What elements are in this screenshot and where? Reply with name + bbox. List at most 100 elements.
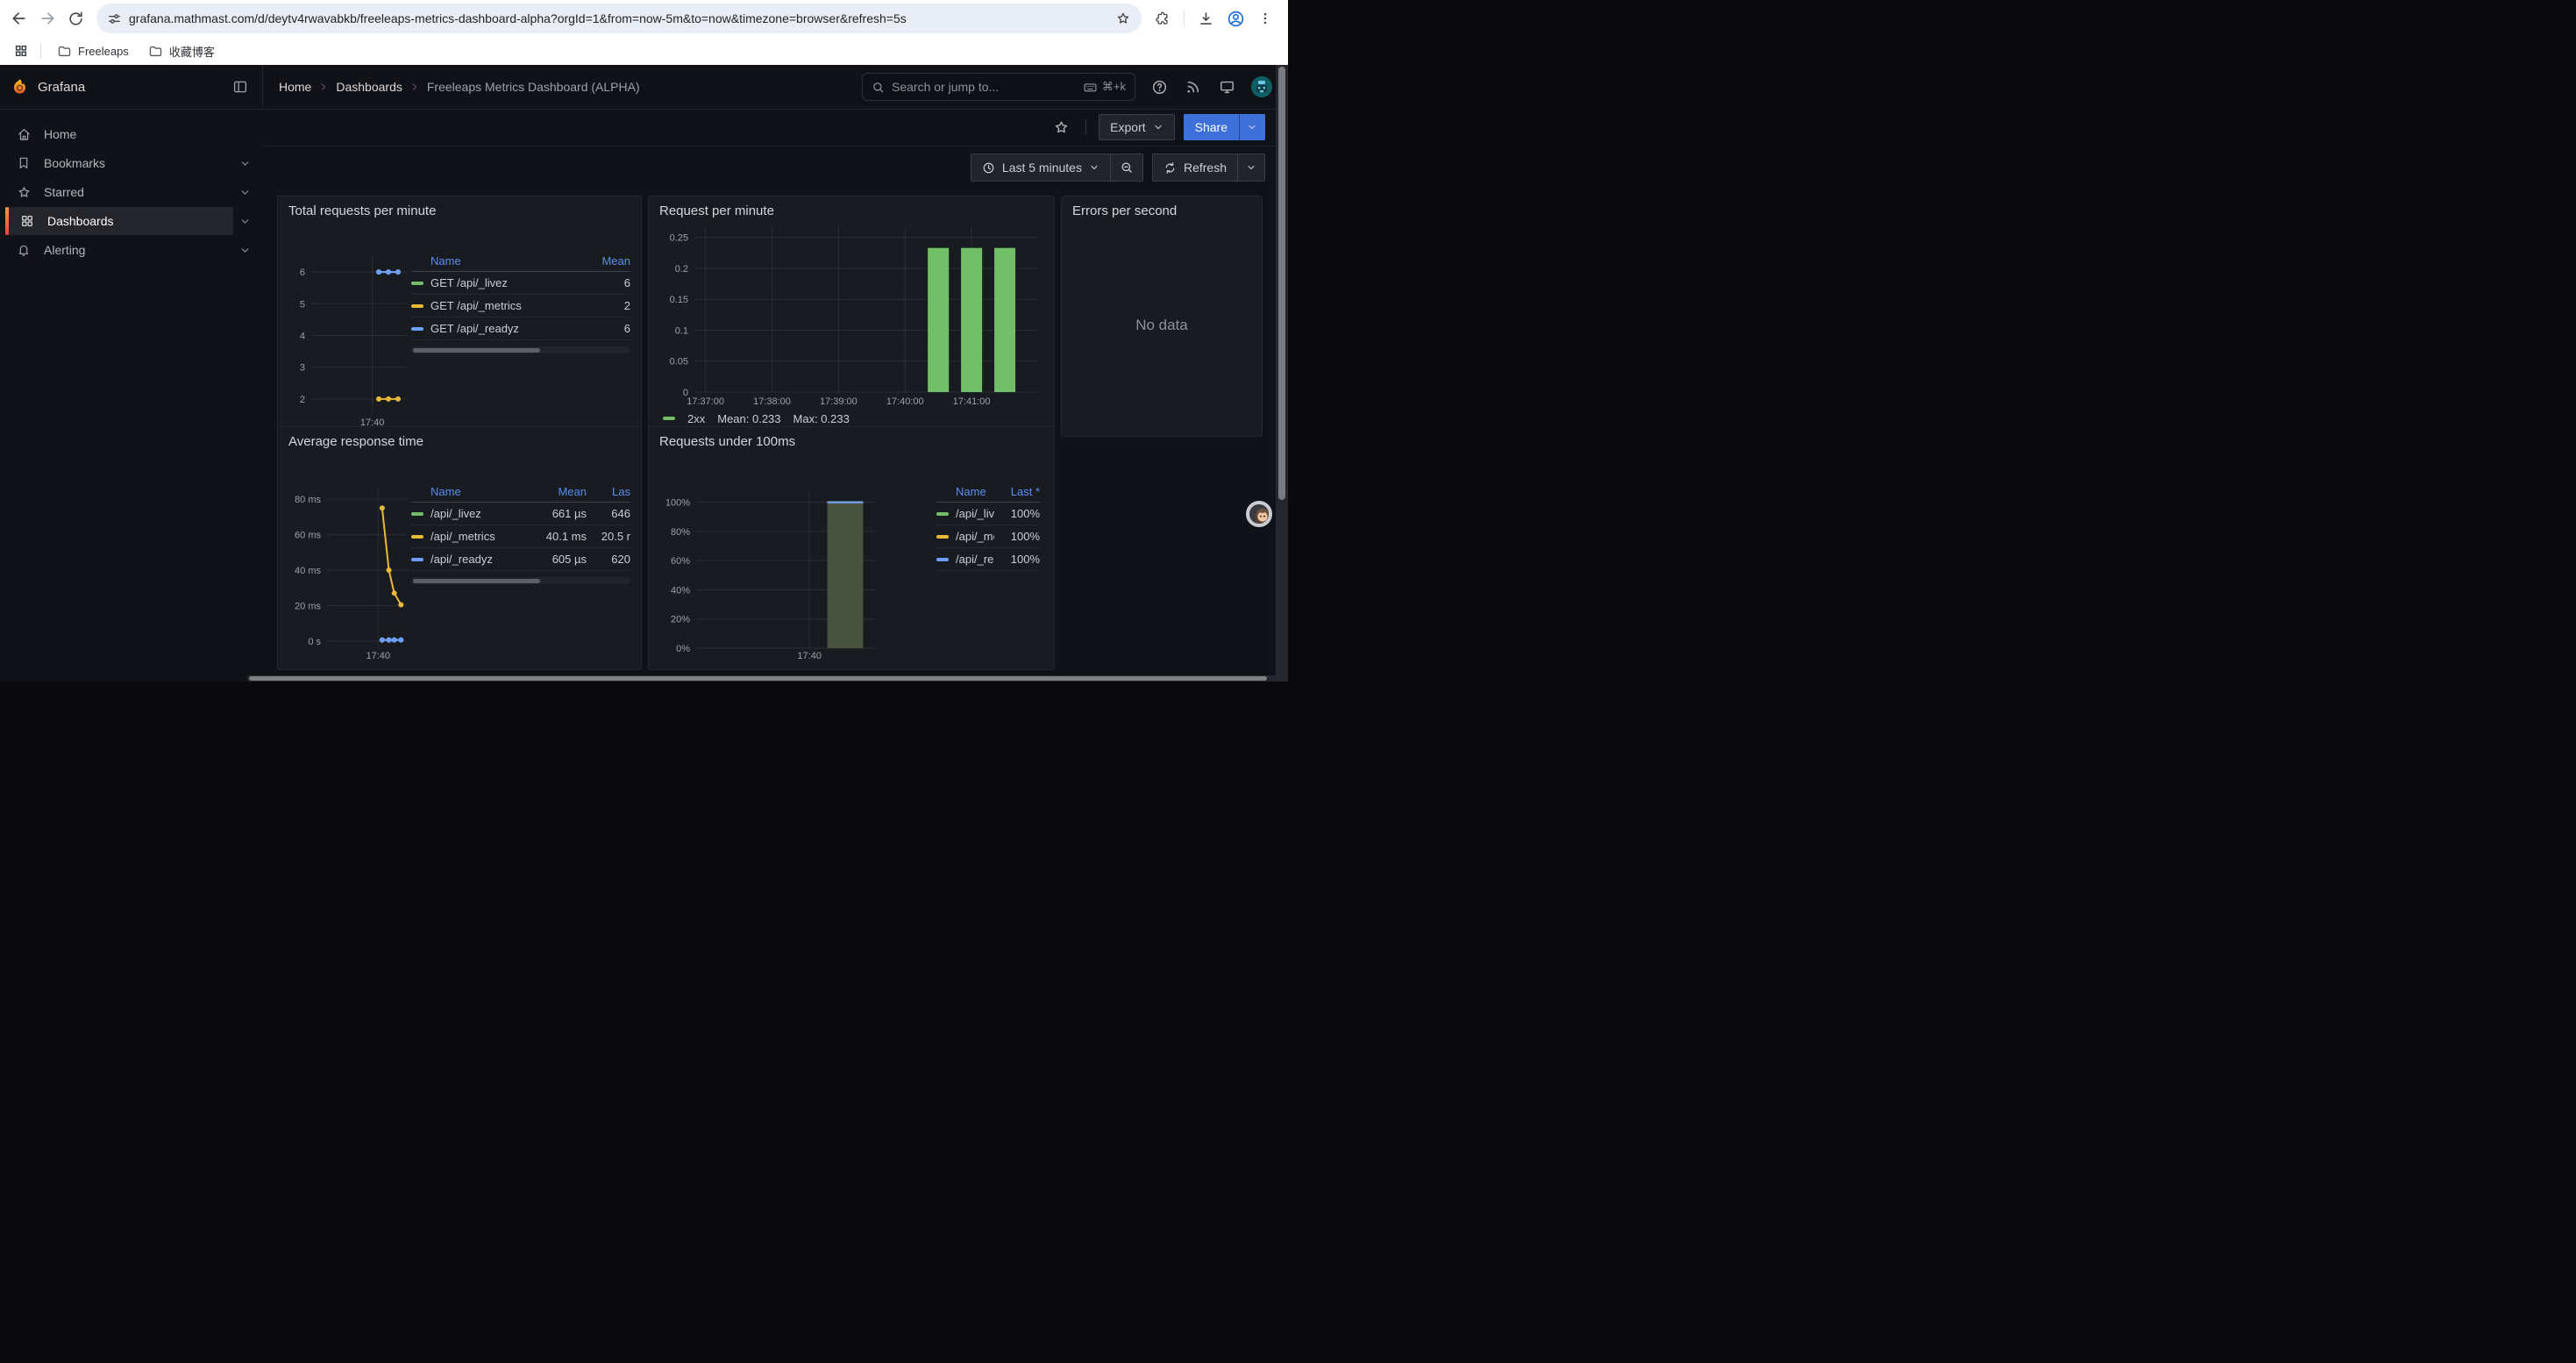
horizontal-scrollbar-thumb[interactable]	[249, 676, 1267, 681]
svg-text:17:40: 17:40	[366, 651, 391, 661]
bookmarks-bar: Freeleaps 收藏博客	[0, 37, 1288, 65]
sidebar-item-dashboards[interactable]: Dashboards	[5, 207, 233, 235]
svg-text:0.1: 0.1	[675, 325, 688, 336]
export-button[interactable]: Export	[1099, 114, 1174, 140]
sidebar-expand-alerting[interactable]	[233, 239, 256, 261]
panel-title[interactable]: Requests under 100ms	[659, 432, 1043, 452]
browser-profile-button[interactable]	[1223, 6, 1248, 31]
news-button[interactable]	[1184, 77, 1203, 96]
sidebar-expand-bookmarks[interactable]	[233, 152, 256, 175]
legend-series-name[interactable]: /api/_readyz	[431, 553, 532, 566]
legend-header-name[interactable]: Name	[956, 485, 994, 498]
share-menu-button[interactable]	[1239, 114, 1265, 140]
share-split-button: Share	[1184, 114, 1265, 140]
no-data-message: No data	[1072, 221, 1251, 429]
legend-last-value: 100%	[994, 553, 1040, 566]
request-per-minute-chart[interactable]: 17:37:0017:38:0017:39:0017:40:0017:41:00…	[659, 221, 1043, 408]
browser-menu-button[interactable]	[1253, 6, 1277, 31]
legend-mean-stat: Mean: 0.233	[717, 412, 780, 425]
reload-button[interactable]	[63, 6, 88, 31]
sidebar-row-home: Home	[5, 120, 256, 148]
legend-last-value: 20.5 r	[594, 530, 630, 543]
apps-grid-button[interactable]	[11, 40, 32, 61]
legend-header-mean[interactable]: Mean	[532, 485, 587, 498]
forward-button[interactable]	[35, 6, 60, 31]
bell-icon	[16, 243, 32, 257]
legend-header: Name Last *	[936, 483, 1040, 503]
refresh-interval-button[interactable]	[1237, 154, 1264, 181]
floating-assistant-avatar[interactable]	[1246, 501, 1272, 527]
dashboards-grid-icon	[19, 214, 35, 228]
sidebar: Home Bookmarks St	[0, 109, 263, 682]
series-color-pill	[411, 327, 423, 331]
sidebar-expand-starred[interactable]	[233, 181, 256, 203]
search-input[interactable]: Search or jump to... ⌘+k	[862, 73, 1135, 101]
panel-title[interactable]: Request per minute	[659, 202, 1043, 221]
bookmark-star-icon	[1115, 11, 1131, 26]
downloads-button[interactable]	[1193, 6, 1218, 31]
chevron-down-icon	[239, 158, 251, 169]
legend-header-name[interactable]: Name	[431, 485, 532, 498]
legend-header-last[interactable]: Las	[594, 485, 630, 498]
share-button[interactable]: Share	[1184, 114, 1239, 140]
legend-series-name[interactable]: /api/_livez	[956, 507, 994, 520]
svg-text:2: 2	[300, 395, 305, 405]
legend-series-name[interactable]: 2xx	[687, 412, 705, 425]
legend-scrollbar[interactable]	[411, 346, 630, 353]
bookmark-page-button[interactable]	[1115, 11, 1131, 26]
panel-requests-under-100ms: Requests under 100ms 17:40100%80%60%40%2…	[648, 426, 1055, 670]
average-response-time-chart[interactable]: 17:4080 ms60 ms40 ms20 ms0 s	[288, 452, 411, 662]
vertical-scrollbar-thumb[interactable]	[1278, 67, 1285, 500]
legend-header-mean[interactable]: Mean	[576, 254, 630, 268]
panel-title[interactable]: Average response time	[288, 432, 630, 452]
actions-divider	[1085, 119, 1086, 135]
legend-scrollbar[interactable]	[411, 577, 630, 584]
star-dashboard-button[interactable]	[1050, 116, 1073, 139]
breadcrumb-current: Freeleaps Metrics Dashboard (ALPHA)	[427, 80, 640, 94]
svg-text:17:37:00: 17:37:00	[687, 396, 724, 407]
user-avatar[interactable]	[1251, 76, 1272, 97]
total-requests-chart[interactable]: 17:4065432	[288, 221, 411, 429]
series-color-pill	[411, 512, 423, 516]
breadcrumb-home[interactable]: Home	[279, 80, 311, 94]
legend-header: Name Mean	[411, 253, 630, 272]
chevron-down-icon	[1246, 162, 1256, 173]
breadcrumb-dashboards[interactable]: Dashboards	[336, 80, 402, 94]
sidebar-item-bookmarks[interactable]: Bookmarks	[5, 149, 233, 177]
kiosk-mode-button[interactable]	[1217, 77, 1237, 97]
requests-under-100ms-chart[interactable]: 17:40100%80%60%40%20%0%	[659, 452, 936, 662]
legend-series-name[interactable]: GET /api/_livez	[431, 276, 576, 289]
url-bar[interactable]: grafana.mathmast.com/d/deytv4rwavabkb/fr…	[96, 4, 1142, 33]
legend-series-name[interactable]: /api/_metrics	[431, 530, 532, 543]
legend-header-name[interactable]: Name	[431, 254, 576, 268]
legend-series-name[interactable]: /api/_livez	[431, 507, 532, 520]
sidebar-item-starred[interactable]: Starred	[5, 178, 233, 206]
legend-series-name[interactable]: GET /api/_readyz	[431, 322, 576, 335]
sidebar-item-alerting[interactable]: Alerting	[5, 236, 233, 264]
legend-series-name[interactable]: /api/_readyz	[956, 553, 994, 566]
bookmark-folder-freeleaps[interactable]: Freeleaps	[50, 40, 136, 62]
panel-title[interactable]: Total requests per minute	[288, 202, 630, 221]
legend-series-name[interactable]: GET /api/_metrics	[431, 299, 576, 312]
legend-header-last[interactable]: Last *	[994, 485, 1040, 498]
panel-title[interactable]: Errors per second	[1072, 202, 1251, 221]
time-range-button[interactable]: Last 5 minutes	[971, 154, 1110, 181]
back-button[interactable]	[7, 6, 32, 31]
refresh-button[interactable]: Refresh	[1153, 154, 1237, 181]
legend-series-name[interactable]: /api/_metrics	[956, 530, 994, 543]
svg-text:40 ms: 40 ms	[295, 566, 321, 576]
grafana-app: Grafana Home Dashboards Freeleaps Metric…	[0, 65, 1288, 682]
horizontal-scrollbar[interactable]	[247, 675, 1276, 682]
sidebar-expand-dashboards[interactable]	[233, 210, 256, 232]
zoom-out-time-button[interactable]	[1110, 154, 1142, 181]
site-settings-button[interactable]	[107, 11, 122, 26]
bookmark-folder-blogs[interactable]: 收藏博客	[141, 39, 222, 63]
extensions-button[interactable]	[1150, 6, 1175, 31]
grafana-logo[interactable]	[11, 78, 29, 96]
vertical-scrollbar[interactable]	[1276, 65, 1288, 682]
sidebar-item-label: Alerting	[44, 243, 85, 257]
search-placeholder: Search or jump to...	[892, 80, 1076, 94]
sidebar-toggle-button[interactable]	[229, 75, 252, 98]
help-button[interactable]	[1149, 77, 1170, 97]
sidebar-item-home[interactable]: Home	[5, 120, 256, 148]
